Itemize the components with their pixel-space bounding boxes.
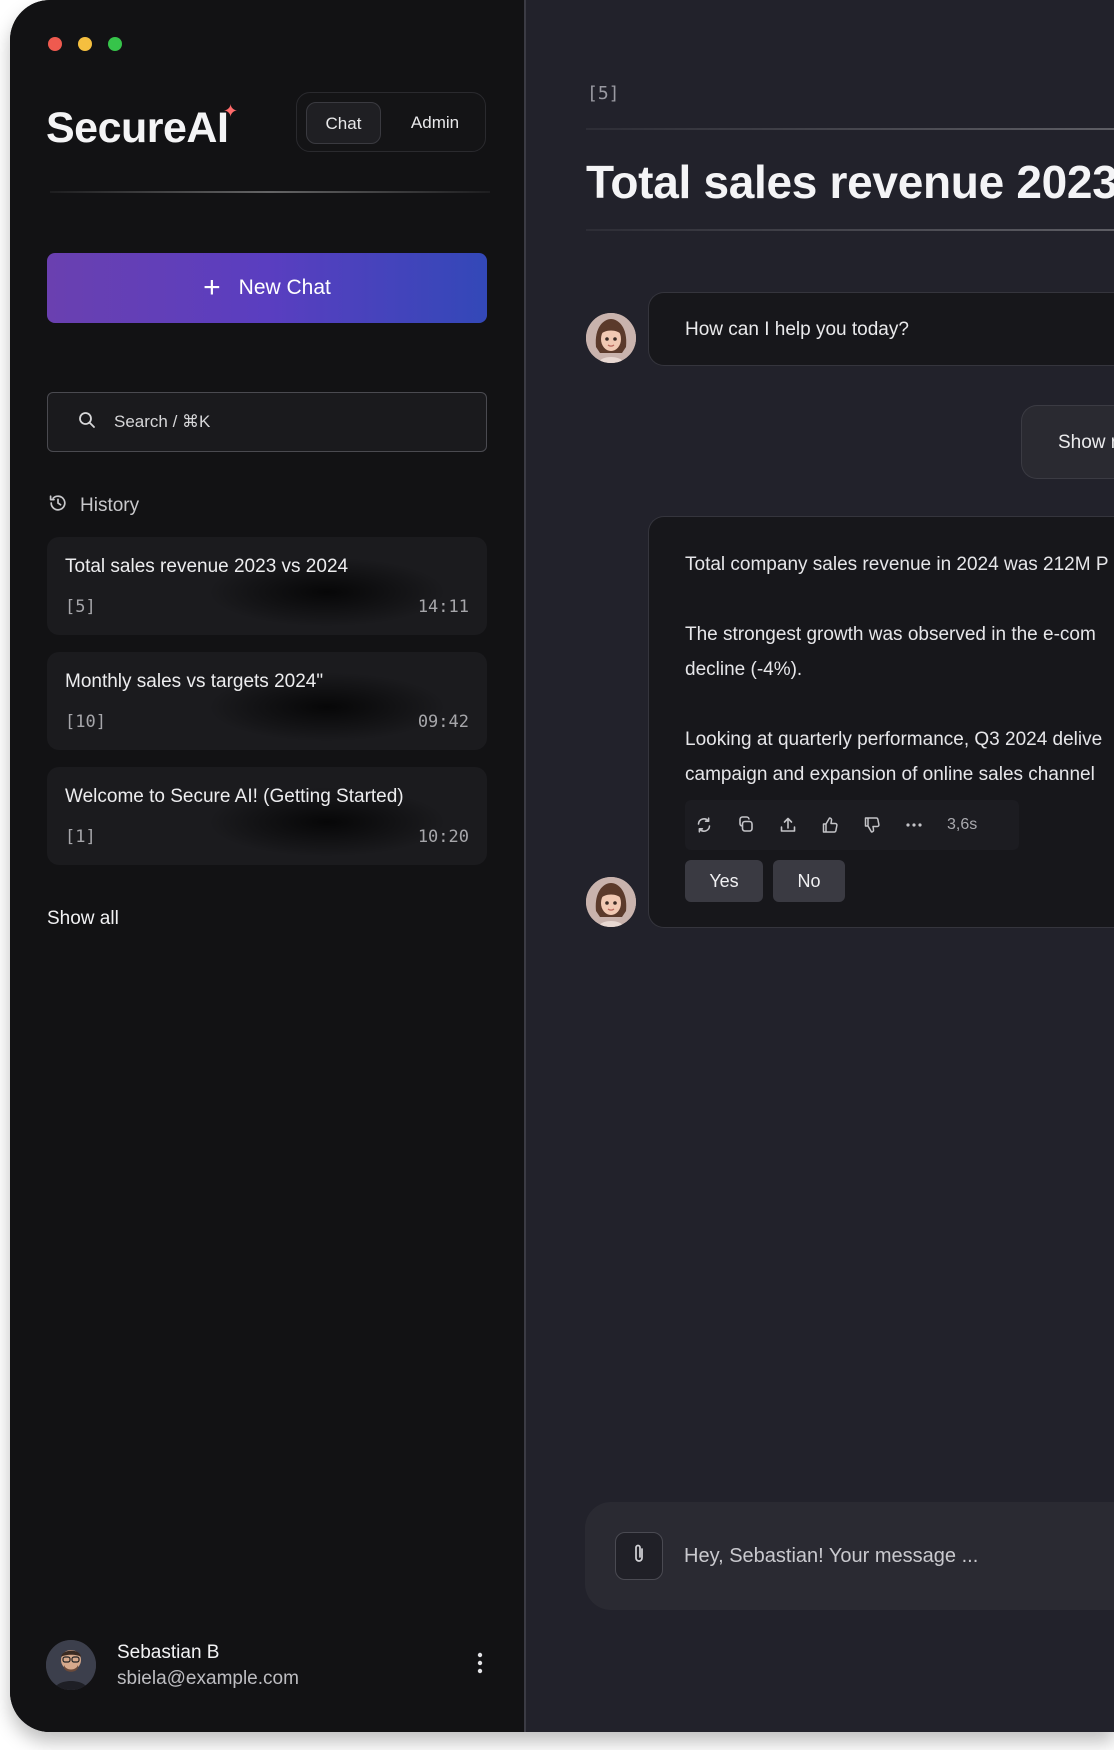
- history-icon: [48, 493, 68, 519]
- tab-chat[interactable]: Chat: [306, 102, 381, 144]
- assistant-answer-message: Total company sales revenue in 2024 was …: [648, 516, 1114, 928]
- history-item[interactable]: Total sales revenue 2023 vs 2024 [5] 14:…: [47, 537, 487, 635]
- history-item-count: [1]: [65, 827, 96, 847]
- greeting-text: How can I help you today?: [685, 319, 909, 340]
- answer-line: Looking at quarterly performance, Q3 202…: [685, 729, 1103, 750]
- assistant-greeting-message: How can I help you today?: [648, 292, 1114, 366]
- chat-panel: [5] Total sales revenue 2023 How can I h…: [526, 0, 1114, 1732]
- history-item[interactable]: Welcome to Secure AI! (Getting Started) …: [47, 767, 487, 865]
- assistant-avatar: [586, 313, 636, 363]
- new-chat-button[interactable]: + New Chat: [47, 253, 487, 323]
- more-horizontal-icon[interactable]: [903, 814, 925, 836]
- more-vertical-icon[interactable]: [472, 1652, 488, 1680]
- page-title: Total sales revenue 2023: [586, 156, 1114, 208]
- sparkle-icon: ✦: [223, 101, 239, 121]
- history-item-time: 14:11: [417, 597, 469, 617]
- minimize-window-button[interactable]: [78, 37, 92, 51]
- feedback-no-button[interactable]: No: [773, 860, 845, 902]
- window-controls: [48, 37, 122, 51]
- history-item-count: [5]: [65, 597, 96, 617]
- answer-text: Total company sales revenue in 2024 was …: [685, 547, 1114, 827]
- user-message: Show m: [1021, 405, 1114, 479]
- share-icon[interactable]: [777, 814, 799, 836]
- sidebar: SecureAI ✦ Chat Admin + New Chat Search …: [10, 0, 524, 1732]
- history-item-title: Total sales revenue 2023 vs 2024: [65, 556, 349, 577]
- divider: [586, 229, 1114, 231]
- history-item-title: Monthly sales vs targets 2024": [65, 671, 324, 692]
- history-item-count: [10]: [65, 712, 106, 732]
- attach-button[interactable]: [615, 1532, 663, 1580]
- app-window: SecureAI ✦ Chat Admin + New Chat Search …: [10, 0, 1114, 1732]
- plus-icon: +: [203, 271, 221, 304]
- message-actions: 3,6s: [685, 800, 1019, 850]
- app-logo: SecureAI: [46, 104, 229, 152]
- thumbs-down-icon[interactable]: [861, 814, 883, 836]
- answer-line: decline (-4%).: [685, 659, 803, 680]
- response-time: 3,6s: [947, 816, 978, 833]
- tab-admin[interactable]: Admin: [393, 102, 477, 144]
- search-placeholder: Search / ⌘K: [114, 412, 211, 431]
- history-heading: History: [48, 493, 139, 519]
- divider: [50, 191, 490, 193]
- history-item-time: 09:42: [417, 712, 469, 732]
- new-chat-label: New Chat: [238, 276, 331, 299]
- history-item-title: Welcome to Secure AI! (Getting Started): [65, 786, 404, 807]
- user-message-text: Show m: [1058, 432, 1114, 453]
- feedback-yes-button[interactable]: Yes: [685, 860, 763, 902]
- user-name: Sebastian B: [117, 1642, 220, 1663]
- message-count: [5]: [587, 83, 620, 104]
- close-window-button[interactable]: [48, 37, 62, 51]
- user-email: sbiela@example.com: [117, 1668, 299, 1689]
- user-avatar: [46, 1640, 96, 1690]
- history-item[interactable]: Monthly sales vs targets 2024" [10] 09:4…: [47, 652, 487, 750]
- user-profile[interactable]: Sebastian B sbiela@example.com: [46, 1638, 492, 1694]
- show-all-link[interactable]: Show all: [47, 908, 119, 930]
- divider: [586, 128, 1114, 130]
- message-input[interactable]: Hey, Sebastian! Your message ...: [684, 1545, 978, 1568]
- history-list: Total sales revenue 2023 vs 2024 [5] 14:…: [47, 537, 487, 882]
- search-icon: [78, 411, 96, 434]
- maximize-window-button[interactable]: [108, 37, 122, 51]
- answer-line: Total company sales revenue in 2024 was …: [685, 554, 1109, 575]
- copy-icon[interactable]: [735, 814, 757, 836]
- answer-line: campaign and expansion of online sales c…: [685, 764, 1095, 785]
- paperclip-icon: [631, 1542, 647, 1571]
- history-item-time: 10:20: [417, 827, 469, 847]
- thumbs-up-icon[interactable]: [819, 814, 841, 836]
- mode-toggle: Chat Admin: [296, 92, 486, 152]
- regenerate-icon[interactable]: [693, 814, 715, 836]
- answer-line: The strongest growth was observed in the…: [685, 624, 1096, 645]
- assistant-avatar: [586, 877, 636, 927]
- history-label: History: [80, 495, 140, 516]
- message-composer[interactable]: Hey, Sebastian! Your message ...: [585, 1502, 1114, 1610]
- search-input[interactable]: Search / ⌘K: [47, 392, 487, 452]
